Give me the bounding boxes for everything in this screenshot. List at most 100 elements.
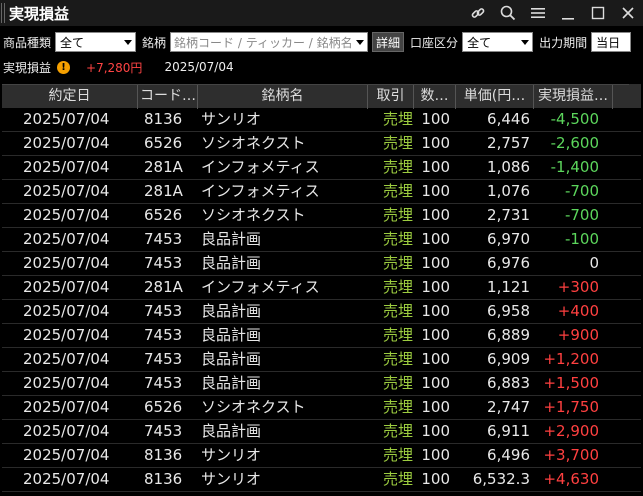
cell-trade-date: 2025/07/04 [23, 350, 110, 368]
scrollbar[interactable] [629, 84, 641, 108]
cell-trade-date: 2025/07/04 [23, 182, 110, 200]
summary-bar: 実現損益 ! +7,280円 2025/07/04 [0, 57, 643, 77]
cell-code: 7453 [144, 230, 183, 248]
cell-name: インフォメティス [201, 278, 320, 296]
cell-name: ソシオネクスト [201, 134, 306, 152]
cell-side: 売埋 [383, 374, 414, 392]
cell-name: 良品計画 [201, 254, 262, 272]
table-row[interactable]: 2025/07/04 8136 サンリオ 売埋 100 6,496 +3,700 [2, 444, 641, 468]
header-qty[interactable]: 数… [414, 85, 456, 109]
cell-side: 売埋 [383, 278, 414, 296]
header-price[interactable]: 単価(円… [456, 85, 534, 109]
table-row[interactable]: 2025/07/04 7453 良品計画 売埋 100 6,958 +400 [2, 300, 641, 324]
table-row[interactable]: 2025/07/04 8136 サンリオ 売埋 100 6,532.3 +4,630 [2, 468, 641, 492]
table-header: 約定日 コード… 銘柄名 取引 数… 単価(円… 実現損益… [2, 84, 641, 109]
cell-trade-date: 2025/07/04 [23, 326, 110, 344]
table-row[interactable]: 2025/07/04 6526 ソシオネクスト 売埋 100 2,731 -700 [2, 204, 641, 228]
cell-name: 良品計画 [201, 230, 262, 248]
filter-bar: 商品種類 全て 銘柄 銘柄コード / ティッカー / 銘柄名 詳細 口座区分 全… [0, 30, 643, 54]
table-row[interactable]: 2025/07/04 7453 良品計画 売埋 100 6,883 +1,500 [2, 372, 641, 396]
header-name[interactable]: 銘柄名 [198, 85, 368, 109]
table-row[interactable]: 2025/07/04 281A インフォメティス 売埋 100 1,086 -1,400 [2, 156, 641, 180]
cell-name: サンリオ [201, 446, 262, 464]
table-row[interactable]: 2025/07/04 8136 サンリオ 売埋 100 6,446 -4,500 [2, 108, 641, 132]
symbol-search-placeholder: 銘柄コード / ティッカー / 銘柄名 [174, 35, 353, 50]
cell-price: 6,532.3 [472, 470, 530, 488]
link-icon[interactable] [463, 0, 493, 26]
cell-code: 8136 [144, 110, 183, 128]
cell-price: 2,757 [487, 134, 530, 152]
cell-trade-date: 2025/07/04 [23, 110, 110, 128]
cell-side: 売埋 [383, 350, 414, 368]
cell-qty: 100 [421, 398, 450, 416]
cell-side: 売埋 [383, 158, 414, 176]
maximize-icon[interactable] [583, 0, 613, 26]
table-row[interactable]: 2025/07/04 6526 ソシオネクスト 売埋 100 2,747 +1,750 [2, 396, 641, 420]
table-row[interactable]: 2025/07/04 7453 良品計画 売埋 100 6,889 +900 [2, 324, 641, 348]
header-code[interactable]: コード… [138, 85, 198, 109]
cell-trade-date: 2025/07/04 [23, 422, 110, 440]
cell-trade-date: 2025/07/04 [23, 230, 110, 248]
cell-trade-date: 2025/07/04 [23, 134, 110, 152]
warning-icon[interactable]: ! [57, 60, 71, 74]
table-row[interactable]: 2025/07/04 7453 良品計画 売埋 100 6,909 +1,200 [2, 348, 641, 372]
product-type-value: 全て [60, 35, 85, 50]
cell-side: 売埋 [383, 446, 414, 464]
menu-icon[interactable] [523, 0, 553, 26]
table-body: 2025/07/04 8136 サンリオ 売埋 100 6,446 -4,500 2025/0… [2, 108, 641, 492]
drag-grip[interactable] [1, 3, 5, 23]
table-row[interactable]: 2025/07/04 6526 ソシオネクスト 売埋 100 2,757 -2,600 [2, 132, 641, 156]
product-type-select[interactable]: 全て [55, 32, 137, 52]
cell-qty: 100 [421, 446, 450, 464]
output-period-label: 出力期間 [539, 35, 588, 50]
cell-name: 良品計画 [201, 350, 262, 368]
search-icon[interactable] [493, 0, 523, 26]
account-value: 全て [467, 35, 492, 50]
symbol-search-input[interactable]: 銘柄コード / ティッカー / 銘柄名 [170, 32, 369, 52]
header-trade-date[interactable]: 約定日 [2, 85, 138, 109]
cell-code: 6526 [144, 206, 183, 224]
cell-code: 281A [144, 278, 183, 296]
cell-price: 1,076 [487, 182, 530, 200]
table-row[interactable]: 2025/07/04 7453 良品計画 売埋 100 6,970 -100 [2, 228, 641, 252]
cell-side: 売埋 [383, 230, 414, 248]
cell-pnl: -700 [564, 182, 599, 200]
cell-side: 売埋 [383, 182, 414, 200]
output-period-select[interactable]: 当日 [591, 32, 632, 52]
cell-code: 7453 [144, 302, 183, 320]
table-row[interactable]: 2025/07/04 7453 良品計画 売埋 100 6,911 +2,900 [2, 420, 641, 444]
cell-price: 2,747 [487, 398, 530, 416]
title-bar: 実現損益 [0, 0, 643, 26]
window-title: 実現損益 [9, 4, 70, 23]
cell-code: 7453 [144, 422, 183, 440]
product-type-label: 商品種類 [3, 35, 52, 50]
table-row[interactable]: 2025/07/04 281A インフォメティス 売埋 100 1,121 +300 [2, 276, 641, 300]
cell-code: 8136 [144, 446, 183, 464]
header-side[interactable]: 取引 [368, 85, 414, 109]
minimize-icon[interactable] [553, 0, 583, 26]
cell-price: 6,889 [487, 326, 530, 344]
cell-qty: 100 [421, 278, 450, 296]
table-row[interactable]: 2025/07/04 7453 良品計画 売埋 100 6,976 0 [2, 252, 641, 276]
cell-pnl: -2,600 [550, 134, 599, 152]
cell-side: 売埋 [383, 110, 414, 128]
cell-name: 良品計画 [201, 302, 262, 320]
cell-name: インフォメティス [201, 158, 320, 176]
table-row[interactable]: 2025/07/04 281A インフォメティス 売埋 100 1,076 -700 [2, 180, 641, 204]
detail-button[interactable]: 詳細 [372, 32, 405, 52]
cell-qty: 100 [421, 350, 450, 368]
cell-trade-date: 2025/07/04 [23, 254, 110, 272]
cell-pnl: 0 [589, 254, 599, 272]
cell-pnl: -100 [564, 230, 599, 248]
cell-trade-date: 2025/07/04 [23, 374, 110, 392]
cell-code: 7453 [144, 326, 183, 344]
cell-pnl: +400 [557, 302, 599, 320]
cell-price: 1,121 [487, 278, 530, 296]
cell-qty: 100 [421, 326, 450, 344]
symbol-label: 銘柄 [142, 35, 167, 50]
cell-qty: 100 [421, 230, 450, 248]
close-icon[interactable] [613, 0, 643, 26]
account-select[interactable]: 全て [462, 32, 534, 52]
header-pnl[interactable]: 実現損益… [534, 85, 613, 109]
cell-qty: 100 [421, 374, 450, 392]
